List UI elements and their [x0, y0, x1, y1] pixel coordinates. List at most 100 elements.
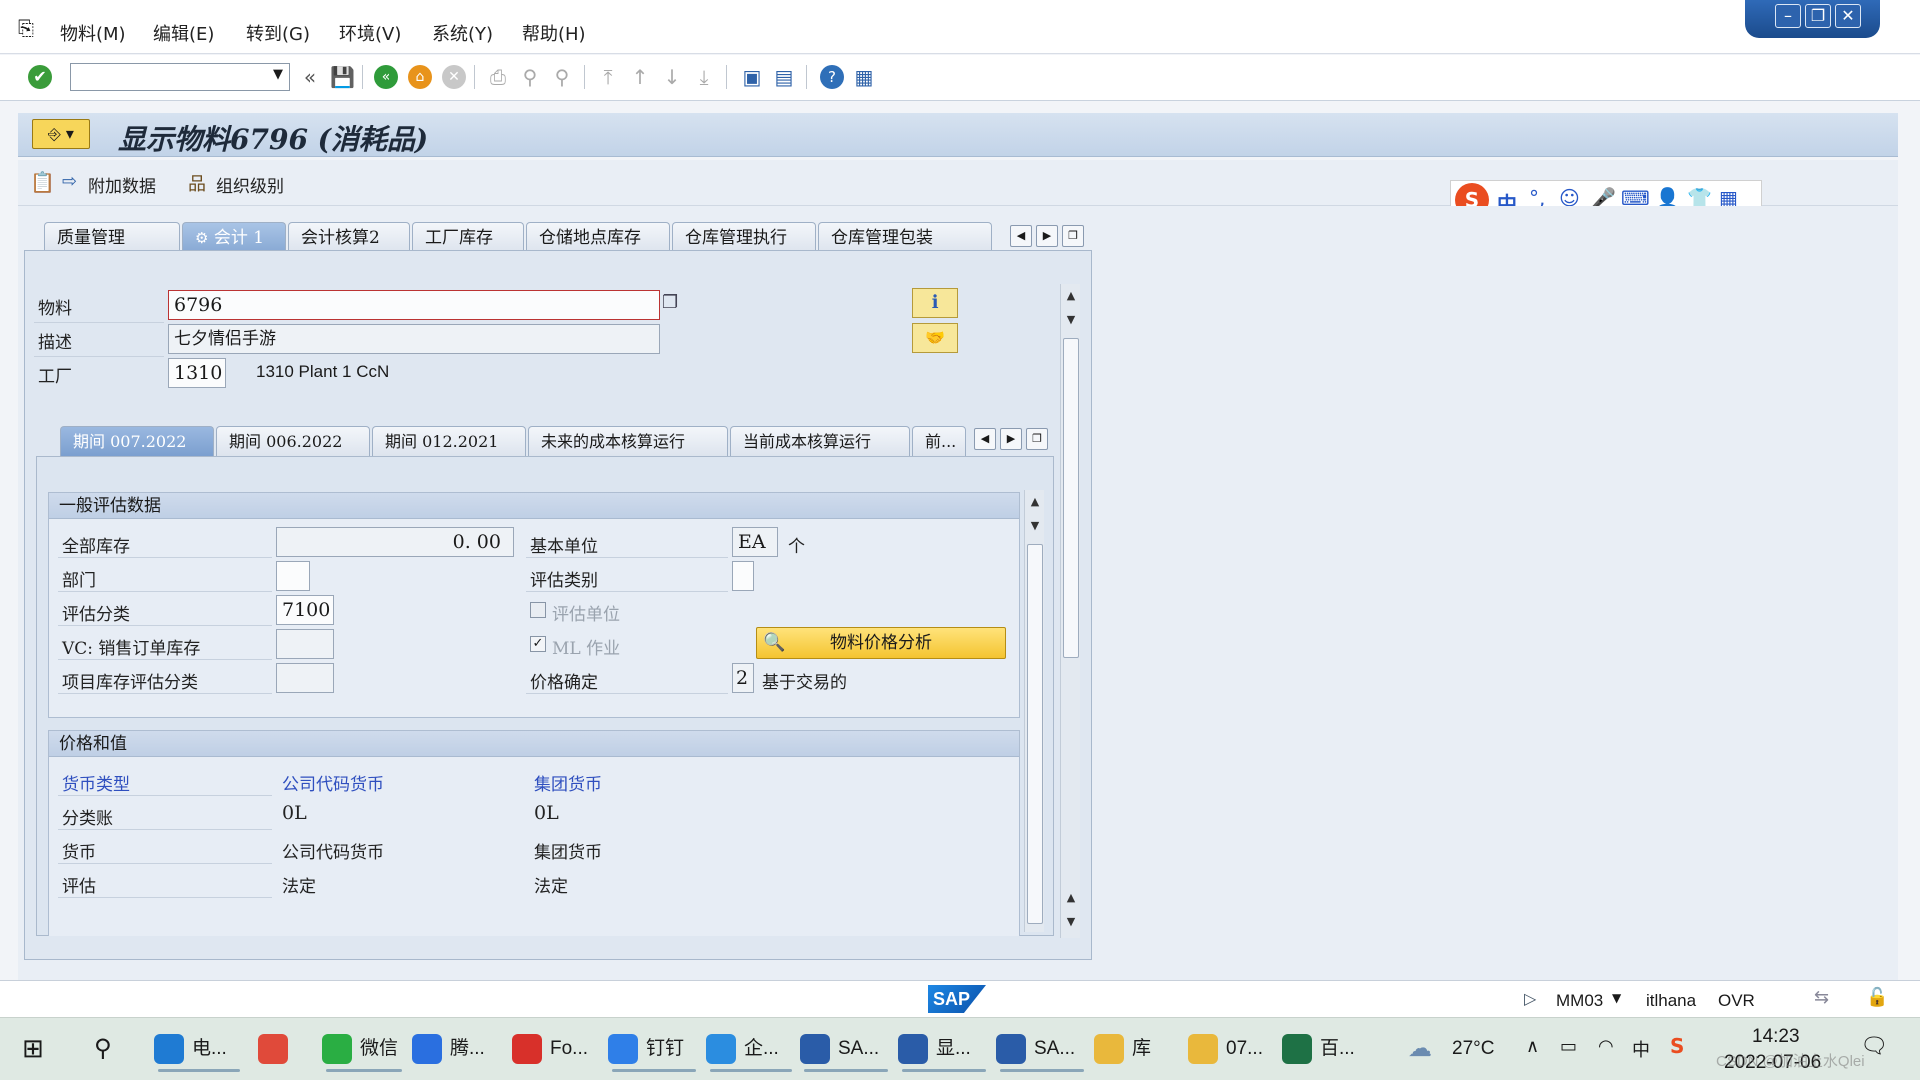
- taskbar-app[interactable]: 微信: [322, 1026, 406, 1072]
- tab-storage-location-stock[interactable]: 仓储地点库存: [526, 222, 670, 252]
- handshake-icon[interactable]: 🤝: [912, 323, 958, 353]
- wifi-icon[interactable]: ◠: [1598, 1036, 1614, 1057]
- period-tab-list-icon[interactable]: ❐: [1026, 428, 1048, 450]
- tab-plant-stock[interactable]: 工厂库存: [412, 222, 524, 252]
- org-levels-icon[interactable]: 品: [188, 170, 206, 196]
- taskbar-app[interactable]: [258, 1026, 308, 1072]
- taskbar-app[interactable]: 钉钉: [608, 1026, 700, 1072]
- scroll-up-icon[interactable]: ▲: [1061, 888, 1081, 908]
- close-icon[interactable]: ✕: [1835, 4, 1861, 28]
- tab-list-icon[interactable]: ❐: [1062, 225, 1084, 247]
- taskbar-app[interactable]: 腾...: [412, 1026, 506, 1072]
- menu-system[interactable]: 系统(Y): [432, 20, 493, 46]
- taskbar-app[interactable]: 百...: [1282, 1026, 1376, 1072]
- scroll-down-icon[interactable]: ▼: [1061, 912, 1081, 932]
- tray-expand-icon[interactable]: ∧: [1526, 1036, 1539, 1057]
- additional-data-button[interactable]: 附加数据: [88, 172, 156, 197]
- status-dropdown-icon[interactable]: ▼: [1612, 991, 1621, 1005]
- minimize-icon[interactable]: –: [1775, 4, 1801, 28]
- transaction-menu-icon[interactable]: ⎆ ▾: [32, 119, 90, 149]
- tab-warehouse-packaging[interactable]: 仓库管理包装: [818, 222, 992, 252]
- next-page-icon[interactable]: ↓: [660, 65, 684, 89]
- scroll-down-icon[interactable]: ▼: [1025, 516, 1045, 536]
- period-tab-left-icon[interactable]: ◀: [974, 428, 996, 450]
- exit-icon[interactable]: ⌂: [408, 65, 432, 89]
- print-icon[interactable]: ⎙: [486, 65, 510, 89]
- scroll-up-icon[interactable]: ▲: [1061, 286, 1081, 306]
- taskbar-app[interactable]: SA...: [800, 1026, 892, 1072]
- lock-icon[interactable]: 🔓: [1866, 987, 1888, 1008]
- tab-period-last-year[interactable]: 期间 012.2021: [372, 426, 526, 456]
- back-icon[interactable]: «: [374, 65, 398, 89]
- search-icon[interactable]: ⚲: [94, 1034, 112, 1062]
- menu-environment[interactable]: 环境(V): [339, 20, 401, 46]
- plant-field[interactable]: 1310: [168, 358, 226, 388]
- find-icon[interactable]: ⚲: [518, 65, 542, 89]
- tab-costing-2[interactable]: 会计核算2: [288, 222, 410, 252]
- command-field[interactable]: ▼: [70, 63, 290, 91]
- org-levels-button[interactable]: 组织级别: [216, 172, 284, 197]
- menu-goto[interactable]: 转到(G): [246, 20, 310, 46]
- tab-accounting-1[interactable]: ⚙ 会计 1: [182, 222, 286, 252]
- tab-period-current[interactable]: 期间 007.2022: [60, 426, 214, 456]
- ime-tray-label[interactable]: 中: [1632, 1036, 1650, 1062]
- save-icon[interactable]: 💾: [330, 65, 355, 89]
- shortcut-icon[interactable]: ▤: [772, 65, 796, 89]
- tab-current-costing[interactable]: 当前成本核算运行: [730, 426, 910, 456]
- tab-future-costing[interactable]: 未来的成本核算运行: [528, 426, 728, 456]
- battery-icon[interactable]: ▭: [1560, 1036, 1577, 1057]
- find-next-icon[interactable]: ⚲: [550, 65, 574, 89]
- tab-scroll-right-icon[interactable]: ▶: [1036, 225, 1058, 247]
- windows-start-icon[interactable]: ⊞: [22, 1034, 44, 1064]
- notification-icon[interactable]: 🗨: [1860, 1034, 1888, 1059]
- clock-time[interactable]: 14:23: [1752, 1026, 1800, 1048]
- last-page-icon[interactable]: ⤓: [692, 65, 716, 89]
- material-field[interactable]: 6796: [168, 290, 660, 320]
- other-material-icon[interactable]: 📋: [30, 170, 55, 194]
- inner-scrollbar[interactable]: ▲ ▼: [1024, 490, 1044, 932]
- taskbar-app[interactable]: 企...: [706, 1026, 796, 1072]
- sogou-tray-icon[interactable]: S: [1670, 1034, 1684, 1058]
- tab-scroll-left-icon[interactable]: ◀: [1010, 225, 1032, 247]
- weather-icon[interactable]: ☁: [1408, 1034, 1432, 1062]
- taskbar-app[interactable]: 电...: [154, 1026, 244, 1072]
- valuation-class-field[interactable]: 7100: [276, 595, 334, 625]
- scroll-thumb[interactable]: [1027, 544, 1043, 924]
- new-session-icon[interactable]: ▣: [740, 65, 764, 89]
- prev-page-icon[interactable]: ↑: [628, 65, 652, 89]
- tab-period-previous[interactable]: 期间 006.2022: [216, 426, 370, 456]
- scroll-thumb[interactable]: [1063, 338, 1079, 658]
- menu-edit[interactable]: 编辑(E): [153, 20, 214, 46]
- taskbar-app[interactable]: 07...: [1188, 1026, 1278, 1072]
- tab-previous-costing[interactable]: 前...: [912, 426, 966, 456]
- scroll-up-icon[interactable]: ▲: [1025, 492, 1045, 512]
- enter-check-icon[interactable]: ✔: [28, 65, 52, 89]
- info-button[interactable]: ℹ: [912, 288, 958, 318]
- first-page-icon[interactable]: ⤒: [596, 65, 620, 89]
- menu-material[interactable]: 物料(M): [60, 20, 126, 46]
- scroll-down-icon[interactable]: ▼: [1061, 310, 1081, 330]
- period-tab-right-icon[interactable]: ▶: [1000, 428, 1022, 450]
- taskbar-app[interactable]: 库: [1094, 1026, 1182, 1072]
- customize-layout-icon[interactable]: ▦: [852, 65, 876, 89]
- sync-icon[interactable]: ⇆: [1814, 987, 1829, 1008]
- status-expand-icon[interactable]: ▷: [1524, 989, 1536, 1008]
- tab-warehouse-execution[interactable]: 仓库管理执行: [672, 222, 816, 252]
- taskbar-app[interactable]: 显...: [898, 1026, 990, 1072]
- restore-icon[interactable]: ❐: [1805, 4, 1831, 28]
- valuation-category-field[interactable]: [732, 561, 754, 591]
- chevron-down-icon[interactable]: ▼: [273, 67, 283, 82]
- tab-quality-management[interactable]: 质量管理: [44, 222, 180, 252]
- panel-scrollbar[interactable]: ▲ ▼ ▲ ▼: [1060, 284, 1080, 938]
- taskbar-app[interactable]: SA...: [996, 1026, 1088, 1072]
- additional-data-icon[interactable]: ⇨: [62, 171, 77, 192]
- weather-temp[interactable]: 27°C: [1452, 1026, 1494, 1072]
- division-field[interactable]: [276, 561, 310, 591]
- double-left-icon[interactable]: «: [298, 65, 322, 89]
- material-price-analysis-button[interactable]: 🔍 物料价格分析: [756, 627, 1006, 659]
- cancel-icon[interactable]: ✕: [442, 65, 466, 89]
- system-menu-icon[interactable]: ⎘: [18, 16, 34, 40]
- menu-help[interactable]: 帮助(H): [522, 20, 586, 46]
- taskbar-app[interactable]: Fo...: [512, 1026, 602, 1072]
- copy-icon[interactable]: ❐: [662, 292, 678, 313]
